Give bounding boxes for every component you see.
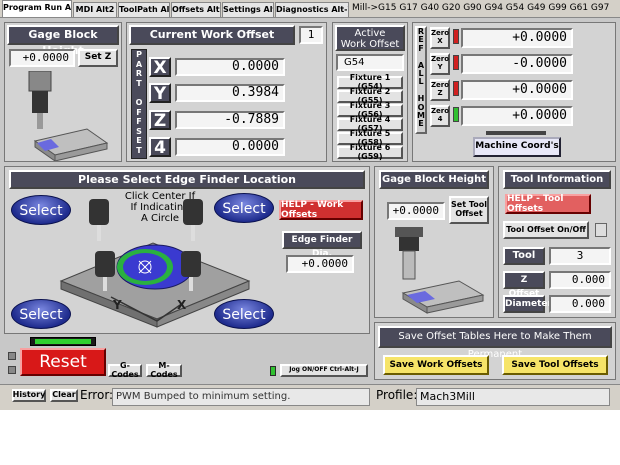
select-bottom-left-button[interactable]: Select <box>11 299 71 329</box>
zero-4-button[interactable]: Zero 4 <box>430 105 450 127</box>
work-offset-title: Current Work Offset <box>129 25 295 45</box>
fixture-6-button[interactable]: Fixture 6 (G59) <box>337 143 403 160</box>
diameter-label: Diameter <box>503 295 552 313</box>
diameter-value[interactable]: 0.000 <box>549 295 611 313</box>
error-label: Error: <box>80 388 114 402</box>
axis-y-label: Y <box>149 83 171 103</box>
gage-block-value[interactable]: +0.0000 <box>9 49 75 67</box>
tool-info-panel: Tool Information HELP - Tool Offsets Too… <box>498 166 616 318</box>
ref-all-home-button[interactable]: REFALLHOME <box>415 26 427 134</box>
tab-diagnostics[interactable]: Diagnostics Alt-7 <box>275 2 349 17</box>
save-tables-panel: Save Offset Tables Here to Make Them Per… <box>374 322 616 380</box>
error-message: PWM Bumped to minimum setting. <box>112 388 370 406</box>
tool-gage-illustration <box>395 227 485 314</box>
machine-zero-panel: REFALLHOME Zero X +0.0000 Zero Y -0.0000… <box>412 22 616 162</box>
machine-x-value: +0.0000 <box>461 28 573 48</box>
z-home-led <box>453 81 459 96</box>
help-work-offsets-button[interactable]: HELP - Work Offsets <box>279 200 363 220</box>
active-offset-title: Active Work Offset <box>335 25 405 51</box>
active-offset-panel: Active Work Offset G54 Fixture 1 (G54) Fi… <box>332 22 408 162</box>
set-tool-offset-button[interactable]: Set Tool Offset <box>449 196 489 224</box>
tab-toolpath[interactable]: ToolPath Alt4 <box>118 2 170 17</box>
gcodes-button[interactable]: G-Codes <box>108 361 142 378</box>
reset-button[interactable]: Reset <box>20 348 106 376</box>
a-home-led <box>453 107 459 122</box>
gage-block-right-value[interactable]: +0.0000 <box>387 202 445 220</box>
gage-block-illustration <box>28 71 109 161</box>
part-offset-label: PARTOFFSET <box>131 49 147 159</box>
axis-z-label: Z <box>149 110 171 130</box>
jog-led <box>270 366 276 376</box>
zero-z-button[interactable]: Zero Z <box>430 79 450 101</box>
machine-z-value: +0.0000 <box>461 80 573 100</box>
machine-y-value: -0.0000 <box>461 54 573 74</box>
tool-number-value[interactable]: 3 <box>549 247 611 265</box>
reset-led-frame <box>30 337 96 346</box>
edge-finder-panel: Please Select Edge Finder Location Click… <box>4 166 370 334</box>
select-top-right-button[interactable]: Select <box>214 193 274 223</box>
tab-offsets[interactable]: Offsets Alt5 <box>171 2 221 17</box>
work-offset-x[interactable]: 0.0000 <box>175 58 285 76</box>
reset-indicator-1 <box>8 352 16 360</box>
gage-block-panel-left: Gage Block Height +0.0000 Set Z <box>4 22 122 162</box>
reset-indicator-2 <box>8 366 16 374</box>
set-z-button[interactable]: Set Z <box>78 49 118 67</box>
reset-bar: Reset G-Codes M-Codes Jog ON/OFF Ctrl-Al… <box>4 336 370 382</box>
save-work-offsets-button[interactable]: Save Work Offsets <box>383 355 489 375</box>
select-top-left-button[interactable]: Select <box>11 195 71 225</box>
active-offset-value: G54 <box>336 54 404 71</box>
save-tables-title: Save Offset Tables Here to Make Them Per… <box>378 326 612 360</box>
edge-finder-title: Please Select Edge Finder Location <box>9 170 365 189</box>
profile-value: Mach3Mill <box>416 388 610 406</box>
edge-finder-dia-value[interactable]: +0.0000 <box>286 255 354 273</box>
select-bottom-right-button[interactable]: Select <box>214 299 274 329</box>
clear-button[interactable]: Clear <box>50 389 78 402</box>
axis-x-marker: X <box>177 298 187 312</box>
tool-offset-toggle-button[interactable]: Tool Offset On/Off <box>503 221 589 239</box>
help-tool-offsets-button[interactable]: HELP - Tool Offsets <box>505 194 591 214</box>
mach3-window: Program Run Alt-1 MDI Alt2 ToolPath Alt4… <box>0 0 620 410</box>
zero-y-button[interactable]: Zero Y <box>430 53 450 75</box>
jog-toggle-button[interactable]: Jog ON/OFF Ctrl-Alt-J <box>280 364 368 377</box>
work-offset-z[interactable]: -0.7889 <box>175 111 285 129</box>
status-bar: History Clear Error: PWM Bumped to minim… <box>0 384 620 410</box>
zero-x-button[interactable]: Zero X <box>430 27 450 49</box>
x-home-led <box>453 29 459 44</box>
work-offset-panel: Current Work Offset 1 PARTOFFSET X 0.000… <box>126 22 327 162</box>
work-offset-y[interactable]: 0.3984 <box>175 84 285 102</box>
tab-settings[interactable]: Settings Alt6 <box>222 2 274 17</box>
axis-4-label: 4 <box>149 137 171 157</box>
gage-block-panel-right: Gage Block Height +0.0000 Set Tool Offse… <box>374 166 494 318</box>
mcodes-button[interactable]: M-Codes <box>146 361 182 378</box>
tool-number-label: Tool <box>503 247 545 265</box>
y-home-led <box>453 55 459 70</box>
machine-4-value: +0.0000 <box>461 106 573 126</box>
machine-coords-button[interactable]: Machine Coord's <box>473 137 561 157</box>
z-offset-value[interactable]: 0.000 <box>549 271 611 289</box>
history-button[interactable]: History <box>12 389 46 402</box>
gage-block-title: Gage Block Height <box>7 25 119 57</box>
machine-coords-led <box>486 131 546 135</box>
reset-led <box>35 339 91 344</box>
tab-mdi[interactable]: MDI Alt2 <box>73 2 117 17</box>
save-tool-offsets-button[interactable]: Save Tool Offsets <box>502 355 608 375</box>
axis-y-marker: Y <box>112 298 122 312</box>
active-gcodes: Mill->G15 G17 G40 G20 G90 G94 G54 G49 G9… <box>352 3 610 13</box>
tab-program-run[interactable]: Program Run Alt-1 <box>2 0 72 17</box>
tool-offset-led <box>595 223 607 237</box>
work-offset-4[interactable]: 0.0000 <box>175 138 285 156</box>
axis-x-label: X <box>149 57 171 77</box>
profile-label: Profile: <box>376 388 418 402</box>
tab-bar: Program Run Alt-1 MDI Alt2 ToolPath Alt4… <box>0 0 620 18</box>
z-offset-label: Z Offset <box>503 271 545 299</box>
gage-block-right-title: Gage Block Height <box>379 170 489 189</box>
edge-finder-dia-label: Edge Finder Dia. <box>282 231 362 259</box>
work-offset-number[interactable]: 1 <box>299 26 323 44</box>
tool-info-title: Tool Information <box>503 170 611 189</box>
